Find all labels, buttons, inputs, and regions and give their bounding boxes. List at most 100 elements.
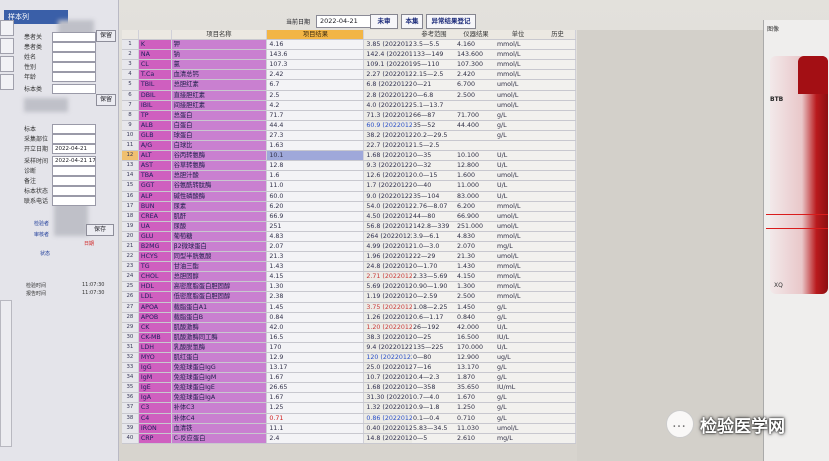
reference-row[interactable]: 7—16 13.170 g/L [412, 362, 575, 374]
unreviewed-button[interactable]: 未审 [370, 14, 398, 29]
left-scrollbar[interactable] [0, 300, 12, 447]
reference-row[interactable]: 0—358 35.650 IU/mL [412, 382, 575, 394]
reference-row[interactable]: 0—5 2.610 mg/L [412, 433, 575, 444]
test-result[interactable]: 1.6 [266, 170, 365, 182]
test-result[interactable]: 1.63 [266, 140, 365, 152]
reference-row[interactable]: 133—149 143.600 mmol/L [412, 49, 575, 61]
test-result[interactable]: 107.3 [266, 59, 365, 71]
reference-row[interactable]: 0.6—1.17 0.840 g/L [412, 312, 575, 323]
test-result[interactable]: 11.1 [266, 423, 365, 434]
reference-row[interactable]: 2.33—5.69 4.150 mmol/L [412, 271, 575, 283]
test-result[interactable]: 60.0 [266, 191, 365, 202]
test-result[interactable]: 44.4 [266, 120, 365, 131]
col-header-instrument[interactable]: 仪器结果 [456, 30, 496, 41]
save-button-1[interactable]: 保留 [96, 30, 116, 42]
patient-field-input[interactable] [52, 72, 96, 82]
reference-row[interactable]: 5.83—34.5 11.030 umol/L [412, 423, 575, 434]
reference-row[interactable]: 5.1—13.7 umol/L [412, 100, 575, 111]
date-picker[interactable]: 2022-04-21 [316, 15, 372, 28]
side-tab[interactable] [0, 74, 14, 90]
reference-row[interactable]: 35—104 83.000 U/L [412, 191, 575, 202]
test-result[interactable]: 1.67 [266, 372, 365, 384]
reference-row[interactable]: 0—2.59 2.500 mmol/L [412, 291, 575, 303]
test-result[interactable]: 4.15 [266, 271, 365, 283]
reference-row[interactable]: 22—29 21.30 umol/L [412, 251, 575, 263]
test-result[interactable]: 143.6 [266, 49, 365, 61]
patient-field-input[interactable] [52, 52, 96, 62]
reference-row[interactable]: 1.0—3.0 2.070 mg/L [412, 241, 575, 253]
test-result[interactable]: 4.83 [266, 231, 365, 242]
test-result[interactable]: 170 [266, 342, 365, 354]
col-header-history[interactable]: 历史 [540, 30, 575, 41]
patient-field-input[interactable] [52, 166, 96, 176]
test-result[interactable]: 27.3 [266, 130, 365, 142]
test-result[interactable]: 2.38 [266, 291, 365, 303]
reference-row[interactable]: 0—1.70 1.430 mmol/L [412, 261, 575, 273]
patient-field-input[interactable] [52, 186, 96, 196]
patient-field-input[interactable] [52, 42, 96, 52]
patient-field-input[interactable] [52, 62, 96, 72]
side-tab[interactable] [0, 20, 14, 36]
col-header-unit[interactable]: 单位 [496, 30, 540, 41]
patient-field-input[interactable] [52, 134, 96, 144]
abnormal-register-button[interactable]: 异常结果登记 [426, 14, 476, 29]
batch-button[interactable]: 本集 [401, 14, 423, 29]
patient-field-input[interactable] [52, 32, 96, 42]
test-result[interactable]: 6.7 [266, 79, 365, 91]
test-result[interactable]: 2.42 [266, 69, 365, 81]
reference-row[interactable]: 66—87 71.700 g/L [412, 110, 575, 121]
reference-row[interactable]: 0—32 12.800 U/L [412, 160, 575, 172]
reference-row[interactable]: 0.9—1.8 1.250 g/L [412, 402, 575, 414]
reference-row[interactable]: 0.4—2.3 1.870 g/L [412, 372, 575, 384]
test-result[interactable]: 16.5 [266, 332, 365, 343]
test-result[interactable]: 1.67 [266, 392, 365, 404]
test-result[interactable]: 0.84 [266, 312, 365, 323]
test-result[interactable]: 11.0 [266, 180, 365, 192]
save-button-2[interactable]: 保留 [96, 94, 116, 106]
side-tab[interactable] [0, 56, 14, 72]
test-result[interactable]: 2.4 [266, 433, 365, 444]
test-result[interactable]: 1.30 [266, 281, 365, 293]
test-result[interactable]: 12.8 [266, 160, 365, 172]
reference-row[interactable]: 3.5—5.5 4.160 mmol/L [412, 39, 575, 51]
patient-field-input[interactable]: 2022-04-21 [52, 144, 96, 154]
reference-row[interactable]: 1.08—2.25 1.450 g/L [412, 302, 575, 313]
reference-row[interactable]: 0.7—4.0 1.670 g/L [412, 392, 575, 404]
reference-row[interactable]: 2.15—2.5 2.420 mmol/L [412, 69, 575, 81]
reference-row[interactable]: 95—110 107.300 mmol/L [412, 59, 575, 71]
test-result[interactable]: 10.1 [266, 150, 365, 162]
test-result[interactable]: 251 [266, 221, 365, 232]
save-button-3[interactable]: 保存 [86, 224, 114, 236]
patient-field-input[interactable] [52, 176, 96, 186]
reference-row[interactable]: 0.1—0.4 0.710 g/L [412, 413, 575, 424]
reference-row[interactable]: 26—192 42.000 U/L [412, 322, 575, 333]
test-result[interactable]: 1.45 [266, 302, 365, 313]
reference-row[interactable]: 20.2—29.5 g/L [412, 130, 575, 142]
test-result[interactable]: 2.07 [266, 241, 365, 253]
reference-row[interactable]: 142.8—339 251.000 umol/L [412, 221, 575, 232]
test-result[interactable]: 26.65 [266, 382, 365, 394]
test-result[interactable]: 66.9 [266, 211, 365, 222]
reference-row[interactable]: 0.90—1.90 1.300 mmol/L [412, 281, 575, 293]
test-result[interactable]: 0.71 [266, 413, 365, 424]
reference-row[interactable]: 0—21 6.700 umol/L [412, 79, 575, 91]
reference-row[interactable]: 0.0—15 1.600 umol/L [412, 170, 575, 182]
col-header-result[interactable]: 项目结果 [266, 30, 365, 41]
test-result[interactable]: 1.43 [266, 261, 365, 273]
test-result[interactable]: 42.0 [266, 322, 365, 333]
patient-field-input[interactable] [52, 196, 96, 206]
reference-row[interactable]: 44—80 66.900 umol/L [412, 211, 575, 222]
reference-row[interactable]: 0—80 12.900 ug/L [412, 352, 575, 364]
reference-row[interactable]: 1.5—2.5 [412, 140, 575, 152]
patient-field-input[interactable] [52, 124, 96, 134]
patient-field-input[interactable]: 2022-04-21 17:38 [52, 156, 96, 166]
col-header-name[interactable]: 项目名称 [171, 30, 268, 41]
test-result[interactable]: 2.5 [266, 90, 365, 101]
reference-row[interactable]: 0—35 10.100 U/L [412, 150, 575, 162]
test-result[interactable]: 12.9 [266, 352, 365, 364]
col-header-range[interactable]: 参考范围 [412, 30, 456, 41]
reference-row[interactable]: 0—40 11.000 U/L [412, 180, 575, 192]
test-result[interactable]: 4.16 [266, 39, 365, 51]
reference-row[interactable]: 0—6.8 2.500 umol/L [412, 90, 575, 101]
reference-row[interactable]: 3.9—6.1 4.830 mmol/L [412, 231, 575, 242]
